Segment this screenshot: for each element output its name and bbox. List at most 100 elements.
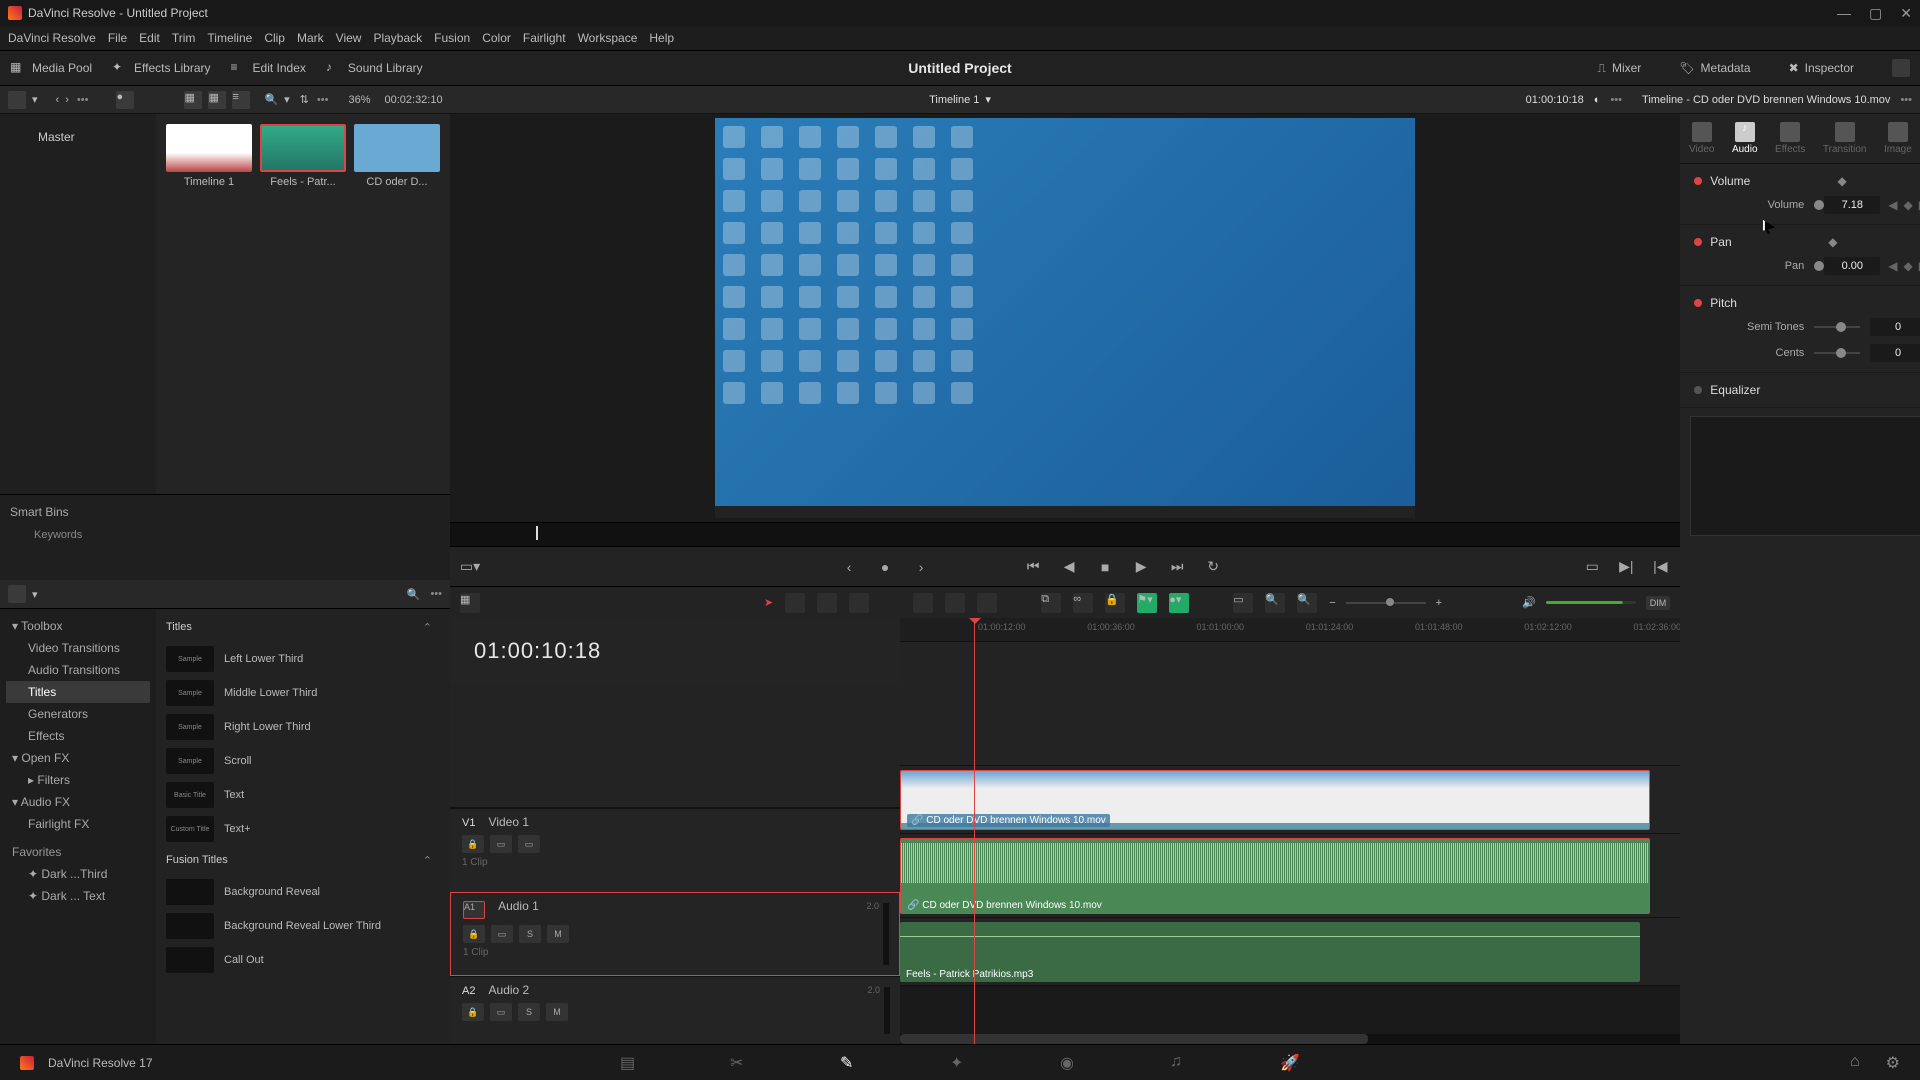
step-back-button[interactable]: ◀ [1059, 557, 1079, 577]
enable-dot-icon[interactable] [1694, 299, 1702, 307]
audio-clip-1[interactable]: 🔗 CD oder DVD brennen Windows 10.mov [900, 838, 1650, 914]
tree-toolbox[interactable]: ▾ Toolbox [6, 615, 150, 637]
home-button[interactable]: ⌂ [1850, 1053, 1860, 1073]
track-mute[interactable]: M [546, 1003, 568, 1021]
viewer-options-menu[interactable]: ••• [1610, 94, 1622, 106]
track-solo[interactable]: S [518, 1003, 540, 1021]
menu-fusion[interactable]: Fusion [434, 31, 470, 45]
grid-view-icon[interactable]: ▦ [208, 91, 226, 109]
sort-icon[interactable]: ⇅ [300, 93, 309, 106]
in-out-icon[interactable]: ▭▾ [460, 557, 480, 577]
tree-titles[interactable]: Titles [6, 681, 150, 703]
title-item[interactable]: SampleLeft Lower Third [160, 642, 438, 676]
smart-bins-header[interactable]: Smart Bins [10, 505, 440, 519]
thumb-view-icon[interactable]: ▦ [184, 91, 202, 109]
minimize-button[interactable]: — [1837, 5, 1851, 22]
add-kf-icon[interactable]: ◆ [1904, 259, 1913, 273]
fairlight-page-button[interactable]: ♫ [1170, 1053, 1190, 1073]
master-bin[interactable]: Master [38, 130, 148, 144]
fusion-title-item[interactable]: Call Out [160, 943, 438, 977]
inspector-options-menu[interactable]: ••• [1900, 94, 1912, 106]
deliver-page-button[interactable]: 🚀 [1280, 1053, 1300, 1073]
playhead[interactable] [974, 618, 975, 1044]
add-kf-icon[interactable]: ◆ [1904, 198, 1913, 212]
track-lock-icon[interactable]: 🔒 [462, 1003, 484, 1021]
menu-clip[interactable]: Clip [264, 31, 285, 45]
video-clip[interactable]: 🔗 CD oder DVD brennen Windows 10.mov [900, 770, 1650, 830]
trim-tool[interactable] [785, 593, 805, 613]
title-item[interactable]: SampleScroll [160, 744, 438, 778]
inspector-tab-transition[interactable]: Transition [1823, 122, 1867, 155]
prev-kf-icon[interactable]: ◀ [1888, 198, 1897, 212]
title-item[interactable]: Basic TitleText [160, 778, 438, 812]
go-start-button[interactable]: ⏮ [1023, 557, 1043, 577]
pitch-header[interactable]: Pitch [1710, 296, 1737, 310]
menu-timeline[interactable]: Timeline [207, 31, 252, 45]
fav-1[interactable]: ✦ Dark ...Third [6, 863, 150, 885]
nav-fwd-icon[interactable]: › [65, 94, 69, 106]
viewer-zoom[interactable]: 36% [348, 94, 370, 106]
enable-dot-icon[interactable] [1694, 177, 1702, 185]
lock-button[interactable]: 🔒 [1105, 593, 1125, 613]
media-pool-toggle[interactable]: ▦Media Pool [10, 60, 92, 76]
find-button[interactable]: ▭ [1233, 593, 1253, 613]
track-disable[interactable]: ▭ [518, 835, 540, 853]
timeline-zoom-slider[interactable] [1346, 602, 1426, 604]
effects-options-menu[interactable]: ••• [430, 588, 442, 600]
fav-2[interactable]: ✦ Dark ... Text [6, 885, 150, 907]
viewer-scrubber[interactable] [450, 522, 1680, 546]
inspector-toggle[interactable]: ✖Inspector [1789, 59, 1854, 77]
fusion-title-item[interactable]: Background Reveal [160, 875, 438, 909]
list-view-icon[interactable]: ≡ [232, 91, 250, 109]
fusion-titles-header[interactable]: Fusion Titles [166, 854, 228, 867]
inspector-tab-video[interactable]: Video [1689, 122, 1714, 155]
track-mute[interactable]: M [547, 925, 569, 943]
next-marker-icon[interactable]: › [911, 557, 931, 577]
semitones-value[interactable]: 0 [1870, 318, 1920, 336]
smart-bin-keywords[interactable]: Keywords [34, 529, 440, 541]
equalizer-graph[interactable] [1690, 416, 1920, 536]
search-chevron-icon[interactable]: ▾ [284, 93, 290, 106]
keyframe-icon[interactable]: ◆ [1828, 235, 1837, 249]
prev-marker-icon[interactable]: ‹ [839, 557, 859, 577]
stop-button[interactable]: ■ [1095, 557, 1115, 577]
insert-button[interactable] [913, 593, 933, 613]
search-icon[interactable]: 🔍 [264, 93, 278, 106]
volume-header[interactable]: Volume [1710, 174, 1750, 188]
pan-header[interactable]: Pan [1710, 235, 1731, 249]
zoom-detail-button[interactable]: 🔍 [1297, 593, 1317, 613]
viewer-timecode[interactable]: 01:00:10:18 [1526, 94, 1584, 106]
record-icon[interactable]: ● [116, 91, 134, 109]
title-item[interactable]: Custom TitleText+ [160, 812, 438, 846]
track-v1-id[interactable]: V1 [462, 817, 475, 829]
edit-index-toggle[interactable]: ≡Edit Index [231, 60, 306, 76]
monitor-volume-slider[interactable] [1546, 601, 1636, 604]
effects-chevron-icon[interactable]: ▾ [32, 588, 38, 601]
semitones-slider[interactable] [1814, 326, 1860, 328]
titles-header[interactable]: Titles [166, 621, 192, 634]
tree-audiofx[interactable]: ▾ Audio FX [6, 791, 150, 813]
inspector-tab-image[interactable]: Image [1884, 122, 1912, 155]
timeline-ruler[interactable]: 01:00:12:00 01:00:36:00 01:01:00:00 01:0… [900, 618, 1680, 642]
menu-davinciresolve[interactable]: DaVinci Resolve [8, 31, 96, 45]
media-options-menu[interactable]: ••• [317, 94, 329, 106]
zoom-in-icon[interactable]: + [1436, 597, 1442, 609]
loop-button[interactable]: ↻ [1203, 557, 1223, 577]
title-item[interactable]: SampleRight Lower Third [160, 710, 438, 744]
cut-page-button[interactable]: ✂ [730, 1053, 750, 1073]
close-button[interactable]: ✕ [1900, 5, 1912, 22]
metadata-toggle[interactable]: 🏷Metadata [1679, 59, 1750, 77]
volume-value[interactable]: 7.18 [1824, 196, 1880, 214]
track-a1-dest[interactable]: A1 [463, 901, 485, 919]
zoom-fit-button[interactable]: 🔍 [1265, 593, 1285, 613]
selection-tool[interactable]: ➤ [764, 596, 773, 609]
color-page-button[interactable]: ◉ [1060, 1053, 1080, 1073]
inspector-tab-effects[interactable]: Effects [1775, 122, 1805, 155]
enable-dot-icon[interactable] [1694, 386, 1702, 394]
menu-edit[interactable]: Edit [139, 31, 160, 45]
pan-value[interactable]: 0.00 [1824, 257, 1880, 275]
track-lock-icon[interactable]: 🔒 [462, 835, 484, 853]
collapse-icon[interactable]: ⌃ [423, 854, 432, 867]
play-button[interactable]: ▶ [1131, 557, 1151, 577]
snap-button[interactable]: ⧉ [1041, 593, 1061, 613]
